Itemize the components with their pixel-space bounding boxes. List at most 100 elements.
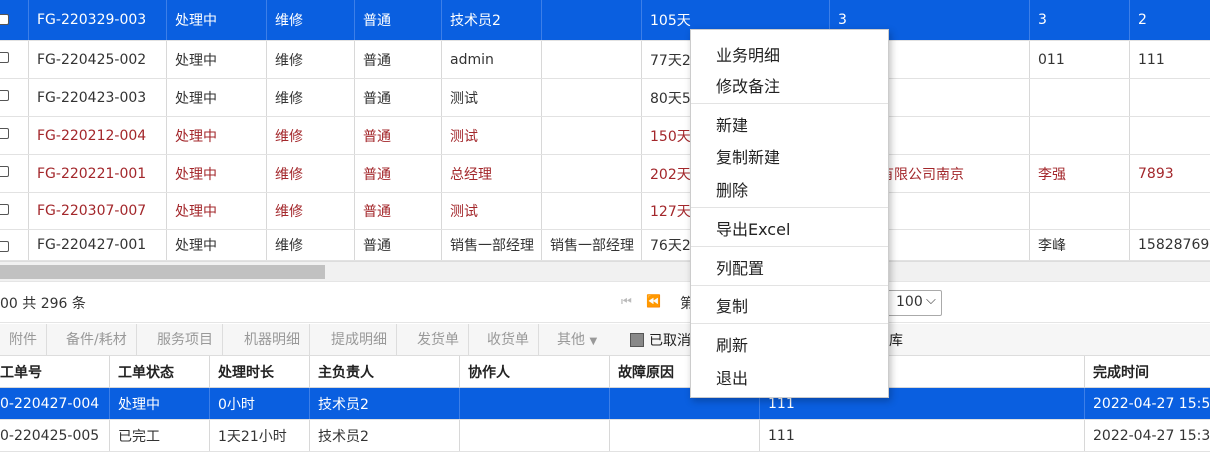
col-owner[interactable]: 主负责人 xyxy=(310,356,460,387)
cell-level: 普通 xyxy=(355,155,442,192)
cell-duration: 1天21小时 xyxy=(210,420,310,451)
cell-level: 普通 xyxy=(355,0,442,40)
menu-item-detail[interactable]: 业务明细 xyxy=(716,42,780,66)
cell-type: 维修 xyxy=(267,155,355,192)
row-checkbox[interactable] xyxy=(0,14,9,25)
table-row[interactable]: FG-220329-003 处理中 维修 普通 技术员2 105天 3 3 2 xyxy=(0,0,1210,41)
cell-c9 xyxy=(1030,79,1130,116)
table-row[interactable]: FG-220212-004 处理中 维修 普通 测试 150天 xyxy=(0,117,1210,155)
cell-finish: 2022-04-27 15:5 xyxy=(1093,395,1210,412)
row-checkbox[interactable] xyxy=(0,241,9,252)
menu-item-copy[interactable]: 复制 xyxy=(716,293,748,317)
warehouse-label: 库 xyxy=(889,333,903,349)
row-select-cell xyxy=(0,117,29,154)
tab-delivery[interactable]: 发货单 xyxy=(408,324,469,356)
detail-tabs: 附件 备件/耗材 服务项目 机器明细 提成明细 发货单 收货单 其他 ▼ 已取消… xyxy=(0,324,1210,356)
tab-receipt[interactable]: 收货单 xyxy=(478,324,539,356)
cell-status: 处理中 xyxy=(167,155,267,192)
total-count: 00 共 296 条 xyxy=(0,296,86,312)
menu-item-copy-new[interactable]: 复制新建 xyxy=(716,144,780,168)
cell-level: 普通 xyxy=(355,79,442,116)
menu-item-exit[interactable]: 退出 xyxy=(716,365,748,389)
col-order-no[interactable]: 工单号 xyxy=(0,356,110,387)
tab-machine[interactable]: 机器明细 xyxy=(235,324,310,356)
first-page-icon[interactable]: ⏮ xyxy=(621,294,632,309)
table-row[interactable]: FG-220221-001 处理中 维修 普通 总经理 202天 信股份有限公司南京 李强 78… xyxy=(0,155,1210,193)
cell-assist xyxy=(542,41,642,78)
cell-type: 维修 xyxy=(267,230,355,260)
cell-level: 普通 xyxy=(355,230,442,260)
menu-separator xyxy=(691,207,888,208)
table-row[interactable]: FG-220427-001 处理中 维修 普通 销售一部经理 销售一部经理 76天2 李峰 15… xyxy=(0,230,1210,261)
tab-commission[interactable]: 提成明细 xyxy=(322,324,397,356)
menu-item-refresh[interactable]: 刷新 xyxy=(716,332,748,356)
page-size-select[interactable]: 100 ⌵ xyxy=(887,290,942,316)
cell-duration: 0小时 xyxy=(210,388,310,419)
cell-no: 0-220425-005 xyxy=(0,420,110,451)
row-checkbox[interactable] xyxy=(0,166,9,177)
menu-item-delete[interactable]: 删除 xyxy=(716,177,748,201)
cell-c10: 111 xyxy=(1138,51,1165,68)
row-select-cell xyxy=(0,155,29,192)
cell-type: 维修 xyxy=(267,117,355,154)
cell-status: 处理中 xyxy=(167,193,267,229)
cell-status: 处理中 xyxy=(167,117,267,154)
table-row[interactable]: FG-220425-002处理中维修普通admin77天2动011111 xyxy=(0,41,1210,79)
row-checkbox[interactable] xyxy=(0,204,9,215)
cell-type: 维修 xyxy=(267,41,355,78)
tab-attachment[interactable]: 附件 xyxy=(0,324,47,356)
cell-c9 xyxy=(1030,117,1130,154)
tab-parts[interactable]: 备件/耗材 xyxy=(57,324,137,356)
menu-separator xyxy=(691,323,888,324)
cancelled-checkbox[interactable] xyxy=(630,333,644,347)
col-finish[interactable]: 完成时间 xyxy=(1085,356,1210,387)
cell-c10 xyxy=(1130,193,1210,229)
cell-status: 处理中 xyxy=(167,0,267,40)
menu-item-edit-note[interactable]: 修改备注 xyxy=(716,73,780,97)
cell-no: FG-220423-003 xyxy=(29,79,167,116)
menu-separator xyxy=(691,246,888,247)
row-checkbox[interactable] xyxy=(0,128,9,139)
row-checkbox[interactable] xyxy=(0,52,9,63)
row-select-cell xyxy=(0,193,29,229)
cell-assist xyxy=(542,79,642,116)
col-status[interactable]: 工单状态 xyxy=(110,356,210,387)
col-duration[interactable]: 处理时长 xyxy=(210,356,310,387)
cell-assist xyxy=(542,0,642,40)
cell-level: 普通 xyxy=(355,41,442,78)
menu-item-new[interactable]: 新建 xyxy=(716,112,748,136)
table-row[interactable]: FG-220307-007处理中维修普通测试127天寿 xyxy=(0,193,1210,230)
row-checkbox[interactable] xyxy=(0,90,9,101)
cell-no: FG-220329-003 xyxy=(29,0,167,40)
cell-c10: 2 xyxy=(1138,12,1147,28)
cell-type: 维修 xyxy=(267,0,355,40)
cell-status: 处理中 xyxy=(110,388,210,419)
context-menu: 业务明细 修改备注 新建 复制新建 删除 导出Excel 列配置 复制 刷新 退… xyxy=(690,29,889,398)
cell-c10: 7893 xyxy=(1138,165,1174,182)
cell-owner: 技术员2 xyxy=(310,420,460,451)
menu-item-export-excel[interactable]: 导出Excel xyxy=(716,216,790,240)
prev-page-icon[interactable]: ⏪ xyxy=(646,294,661,308)
horizontal-scrollbar[interactable] xyxy=(0,261,1210,282)
scrollbar-thumb[interactable] xyxy=(0,265,325,279)
cell-owner: 测试 xyxy=(442,193,542,229)
cell-c10 xyxy=(1130,79,1210,116)
cell-reason xyxy=(610,420,760,451)
cell-level: 普通 xyxy=(355,193,442,229)
menu-item-column-config[interactable]: 列配置 xyxy=(716,255,764,279)
cell-no: FG-220427-001 xyxy=(29,230,167,260)
cell-owner: 总经理 xyxy=(442,155,542,192)
cell-owner: 技术员2 xyxy=(442,0,542,40)
cell-c9: 李峰 xyxy=(1030,230,1130,260)
tab-other[interactable]: 其他 ▼ xyxy=(548,324,606,356)
table-row[interactable]: 0-220427-004 处理中 0小时 技术员2 111 2022-04-27 15:5 xyxy=(0,388,1210,420)
row-select-cell xyxy=(0,41,29,78)
table-row[interactable]: FG-220423-003 处理中 维修 普通 测试 80天5 xyxy=(0,79,1210,117)
cell-owner: 技术员2 xyxy=(310,388,460,419)
col-assist[interactable]: 协作人 xyxy=(460,356,610,387)
tab-service[interactable]: 服务项目 xyxy=(148,324,223,356)
row-select-cell xyxy=(0,0,29,40)
sub-table-header: 工单号 工单状态 处理时长 主负责人 协作人 故障原因 完成时间 xyxy=(0,356,1210,388)
table-row[interactable]: 0-220425-005 已完工 1天21小时 技术员2 111 2022-04-27 1… xyxy=(0,420,1210,452)
cell-status: 处理中 xyxy=(167,79,267,116)
